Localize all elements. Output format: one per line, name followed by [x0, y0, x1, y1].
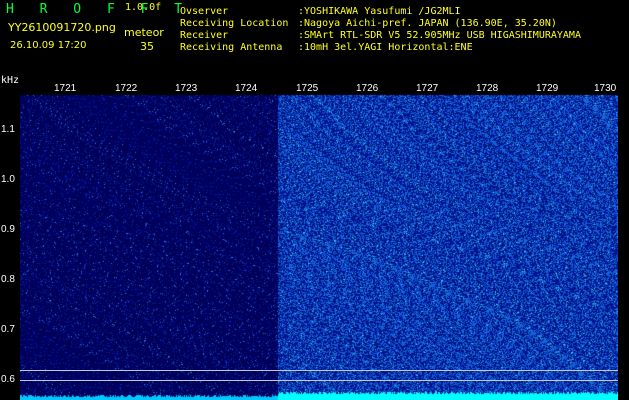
- x-tick-label: 1728: [476, 83, 499, 94]
- frequency-unit-label: kHz: [1, 75, 20, 86]
- info-value: :SMArt RTL-SDR V5 52.905MHz USB HIGASHIM…: [298, 30, 581, 41]
- y-tick-label: 0.7: [1, 324, 15, 335]
- marker-line-upper: [20, 370, 618, 371]
- x-tick-label: 1721: [54, 83, 77, 94]
- spectrogram: [20, 83, 618, 400]
- image-filename: YY2610091720.png: [8, 21, 116, 34]
- info-row-antenna: Receiving Antenna :10mH 3el.YAGI Horizont…: [180, 43, 473, 53]
- info-row-location: Receiving Location :Nagoya Aichi-pref. JA…: [180, 19, 557, 29]
- y-tick-label: 1.0: [1, 174, 15, 185]
- x-tick-label: 1723: [175, 83, 198, 94]
- info-label: Receiving Antenna: [180, 42, 283, 53]
- app-version: 1.0.0f: [125, 2, 162, 13]
- x-tick-label: 1730: [594, 83, 617, 94]
- info-row-receiver: Receiver :SMArt RTL-SDR V5 52.905MHz USB …: [180, 31, 581, 41]
- y-tick-label: 0.6: [1, 374, 15, 385]
- info-value: :Nagoya Aichi-pref. JAPAN (136.90E, 35.2…: [298, 18, 557, 29]
- y-tick-label: 1.1: [1, 124, 15, 135]
- info-value: :10mH 3el.YAGI Horizontal:ENE: [298, 42, 473, 53]
- x-tick-label: 1722: [115, 83, 138, 94]
- app-title: H R O F F T: [6, 2, 192, 17]
- y-tick-label: 0.8: [1, 274, 15, 285]
- info-value: :YOSHIKAWA Yasufumi /JG2MLI: [298, 6, 461, 17]
- info-label: Receiver: [180, 30, 229, 41]
- x-tick-label: 1727: [416, 83, 439, 94]
- x-tick-label: 1725: [296, 83, 319, 94]
- hrofft-screen: H R O F F T 1.0.0f YY2610091720.png 26.1…: [0, 0, 629, 400]
- capture-datetime: 26.10.09 17:20: [10, 40, 87, 51]
- info-label: Ovserver: [180, 6, 229, 17]
- y-tick-label: 0.9: [1, 224, 15, 235]
- info-row-observer: Ovserver :YOSHIKAWA Yasufumi /JG2MLI: [180, 7, 461, 17]
- x-tick-label: 1724: [235, 83, 258, 94]
- meteor-label: meteor: [124, 26, 164, 39]
- x-tick-label: 1726: [356, 83, 379, 94]
- marker-line-lower: [20, 380, 618, 381]
- meteor-count: 35: [140, 40, 154, 53]
- info-label: Receiving Location: [180, 18, 289, 29]
- x-tick-label: 1729: [536, 83, 559, 94]
